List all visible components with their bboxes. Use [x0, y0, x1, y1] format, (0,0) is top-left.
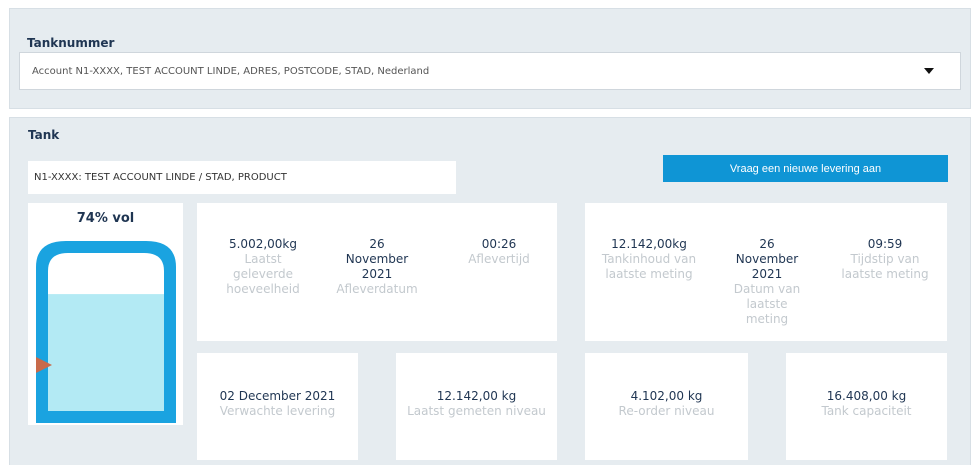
tank-id-field: N1-XXXX: TEST ACCOUNT LINDE / STAD, PROD…: [28, 161, 456, 194]
measurement-info-card: 12.142,00kg Tankinhoud van laatste metin…: [585, 203, 947, 341]
reorder-level-card: 4.102,00 kg Re-order niveau: [585, 353, 748, 460]
last-measured-time: 09:59 Tijdstip van laatste meting: [841, 237, 929, 281]
tank-fill-level: [48, 294, 164, 411]
delivered-amount: 5.002,00kg Laatst geleverde hoeveelheid: [226, 237, 300, 296]
last-measured-level-card: 12.142,00 kg Laatst gemeten niveau: [396, 353, 557, 460]
expected-delivery-card: 02 December 2021 Verwachte levering: [197, 353, 358, 460]
delivery-info-card: 5.002,00kg Laatst geleverde hoeveelheid …: [197, 203, 557, 341]
tank-select-dropdown[interactable]: Account N1-XXXX, TEST ACCOUNT LINDE, ADR…: [19, 52, 961, 90]
tank-selector-label: Tanknummer: [27, 36, 115, 50]
tank-id-value: N1-XXXX: TEST ACCOUNT LINDE / STAD, PROD…: [34, 172, 287, 183]
tank-fill-label: 74% vol: [76, 211, 135, 226]
request-delivery-button[interactable]: Vraag een nieuwe levering aan: [663, 155, 948, 182]
tank-gauge-icon: [36, 241, 176, 423]
caret-down-icon[interactable]: [924, 68, 934, 74]
tank-capacity-card: 16.408,00 kg Tank capaciteit: [786, 353, 947, 460]
delivery-time: 00:26 Aflevertijd: [468, 237, 530, 266]
tank-level-card: 74% vol: [28, 203, 183, 425]
last-measured-content: 12.142,00kg Tankinhoud van laatste metin…: [601, 237, 697, 281]
last-measured-date: 26 November 2021 Datum van laatste metin…: [733, 237, 801, 326]
delivery-date: 26 November 2021 Afleverdatum: [336, 237, 418, 296]
tank-section-title: Tank: [28, 128, 60, 142]
tank-select-value: Account N1-XXXX, TEST ACCOUNT LINDE, ADR…: [32, 65, 430, 77]
